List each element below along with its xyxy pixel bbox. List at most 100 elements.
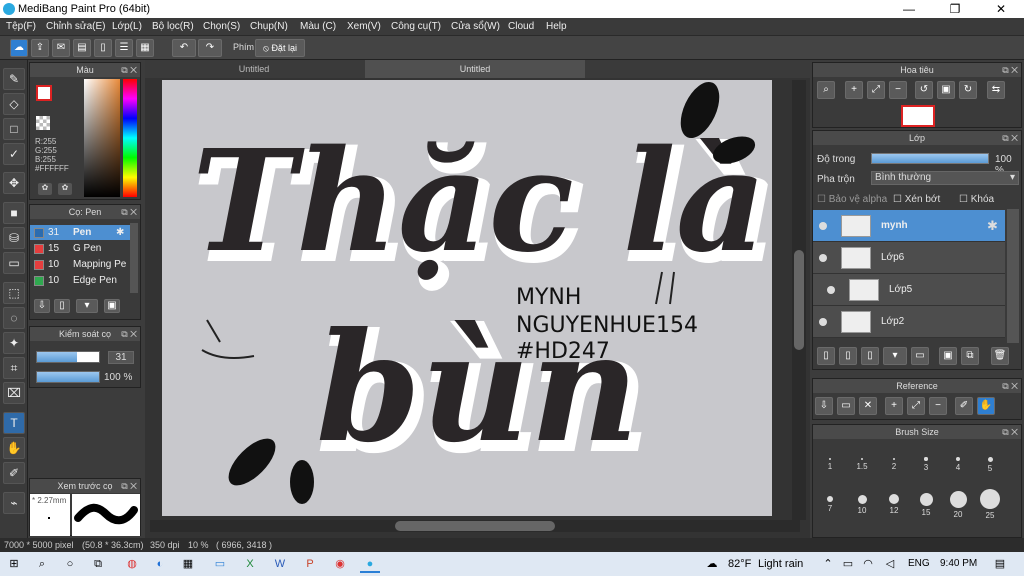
undo-icon[interactable]: ↶ (172, 39, 196, 57)
brush-size-option[interactable]: 3 (911, 443, 941, 473)
text-tool-icon[interactable]: T (3, 412, 25, 434)
zoom-in-icon[interactable]: + (845, 81, 863, 99)
zoom-out-icon[interactable]: − (889, 81, 907, 99)
lock-checkbox[interactable]: ☐ Khóa (959, 194, 994, 205)
select-pen-icon[interactable]: ⌗ (3, 357, 25, 379)
panel-controls-icon[interactable]: ⧉ ✕ (121, 63, 137, 77)
document-icon[interactable]: ▯ (94, 39, 112, 57)
windows-start-icon[interactable]: ⊞ (4, 555, 24, 573)
folder-open-icon[interactable]: ▭ (837, 397, 855, 415)
powerpoint-icon[interactable]: P (300, 555, 320, 573)
fill-rect-tool-icon[interactable]: ■ (3, 202, 25, 224)
panel-controls-icon[interactable]: ⧉ ✕ (121, 205, 137, 219)
new-layer-icon[interactable]: ▯ (817, 347, 835, 365)
panel-controls-icon[interactable]: ⧉ ✕ (1002, 131, 1018, 145)
lasso-tool-icon[interactable]: ◌ (3, 307, 25, 329)
zoom-out-icon[interactable]: − (929, 397, 947, 415)
select-eraser-icon[interactable]: ⌧ (3, 382, 25, 404)
cortana-icon[interactable]: ○ (60, 555, 80, 573)
menu-filter[interactable]: Bộ lọc(R) (152, 21, 194, 32)
panel-controls-icon[interactable]: ⧉ ✕ (1002, 379, 1018, 393)
brush-size-value[interactable]: 31 (108, 351, 134, 364)
panel-controls-icon[interactable]: ⧉ ✕ (121, 327, 137, 341)
close-icon[interactable]: ✕ (859, 397, 877, 415)
reset-button[interactable]: ⦸ Đặt lại (255, 39, 305, 57)
brush-size-slider[interactable] (36, 351, 100, 363)
network-icon[interactable]: ▭ (838, 555, 858, 573)
vertical-scroll-thumb[interactable] (794, 250, 804, 350)
brush-item-g-pen[interactable]: 15 G Pen (30, 241, 130, 256)
rotate-left-icon[interactable]: ↺ (915, 81, 933, 99)
brush-size-option[interactable]: 15 (911, 483, 941, 517)
brush-item-mapping-pen[interactable]: 10 Mapping Pe (30, 257, 130, 272)
hand-tool-icon[interactable]: ✋ (3, 437, 25, 459)
zoom-in-icon[interactable]: + (885, 397, 903, 415)
chrome-icon[interactable]: ◉ (330, 555, 350, 573)
clipping-checkbox[interactable]: ☐ Xén bớt (893, 194, 940, 205)
panel-controls-icon[interactable]: ⧉ ✕ (1002, 425, 1018, 439)
brush-size-option[interactable]: 20 (943, 483, 973, 519)
menu-cloud[interactable]: Cloud (508, 21, 534, 32)
brush-item-pen[interactable]: 31 Pen ✱ (30, 225, 130, 240)
new-layer-2-icon[interactable]: ▯ (839, 347, 857, 365)
pc-icon[interactable]: ▭ (210, 555, 230, 573)
hand-icon[interactable]: ✋ (977, 397, 995, 415)
maximize-button[interactable]: ❐ (932, 0, 978, 18)
store-icon[interactable]: ▦ (178, 555, 198, 573)
layer-row[interactable]: Lớp5 (813, 274, 1005, 306)
clock[interactable]: 9:40 PM (940, 558, 977, 569)
add-layer-menu-icon[interactable]: ▾ (883, 347, 907, 365)
rotate-right-icon[interactable]: ↻ (959, 81, 977, 99)
select-tool-icon[interactable]: ⬚ (3, 282, 25, 304)
brush-size-option[interactable]: 25 (975, 483, 1005, 520)
menu-view[interactable]: Xem(V) (347, 21, 381, 32)
excel-icon[interactable]: X (240, 555, 260, 573)
gear-icon[interactable]: ✱ (116, 225, 124, 240)
list-icon[interactable]: ☰ (115, 39, 133, 57)
folder-icon[interactable]: ▭ (911, 347, 929, 365)
brush-size-option[interactable]: 2 (879, 443, 909, 473)
navigator-thumbnail[interactable] (901, 105, 935, 127)
horizontal-scroll-thumb[interactable] (395, 521, 555, 531)
trash-icon[interactable]: 🗑 (991, 347, 1009, 365)
medibang-taskbar-icon[interactable]: ● (360, 555, 380, 573)
menu-select[interactable]: Chọn(S) (203, 21, 240, 32)
foreground-color-swatch[interactable] (36, 85, 52, 101)
gear-icon[interactable]: ✱ (987, 218, 998, 234)
tab-untitled-1[interactable]: Untitled (145, 60, 363, 78)
hue-slider[interactable] (123, 79, 137, 197)
menu-help[interactable]: Help (546, 21, 567, 32)
task-view-icon[interactable]: ⧉ (88, 555, 108, 573)
flip-icon[interactable]: ⇆ (987, 81, 1005, 99)
brush-size-option[interactable]: 7 (815, 483, 845, 513)
minimize-button[interactable]: — (886, 0, 932, 18)
brush-opacity-slider[interactable] (36, 371, 100, 383)
rectangle-tool-icon[interactable]: □ (3, 118, 25, 140)
grid-icon[interactable]: ▦ (136, 39, 154, 57)
download-icon[interactable]: ⇩ (815, 397, 833, 415)
move-tool-icon[interactable]: ✥ (3, 172, 25, 194)
bucket-tool-icon[interactable]: ⛁ (3, 227, 25, 249)
notification-icon[interactable]: ▤ (990, 555, 1010, 573)
menu-edit[interactable]: Chỉnh sửa(E) (46, 21, 106, 32)
brush-size-option[interactable]: 12 (879, 483, 909, 515)
layer-row[interactable]: mynh ✱ (813, 210, 1005, 242)
layer-row[interactable]: Lớp6 (813, 242, 1005, 274)
menu-layer[interactable]: Lớp(L) (112, 21, 142, 32)
brush-size-option[interactable]: 4 (943, 443, 973, 473)
gradient-tool-icon[interactable]: ▭ (3, 252, 25, 274)
brush-size-option[interactable]: 5 (975, 443, 1005, 473)
eye-icon[interactable] (819, 222, 827, 230)
brush-list-scrollbar[interactable] (130, 223, 138, 293)
palette2-icon[interactable]: ✿ (58, 183, 72, 195)
protect-alpha-checkbox[interactable]: ☐ Bảo vệ alpha (817, 194, 887, 205)
magic-wand-icon[interactable]: ✦ (3, 332, 25, 354)
panel-controls-icon[interactable]: ⧉ ✕ (1002, 63, 1018, 77)
brush-size-option[interactable]: 1.5 (847, 443, 877, 473)
menu-snap[interactable]: Chụp(N) (250, 21, 288, 32)
brush-size-option[interactable]: 10 (847, 483, 877, 515)
horizontal-scrollbar[interactable] (150, 520, 800, 532)
eyedropper-tool-icon[interactable]: ✐ (3, 462, 25, 484)
eye-icon[interactable] (819, 254, 827, 262)
eye-icon[interactable] (819, 318, 827, 326)
